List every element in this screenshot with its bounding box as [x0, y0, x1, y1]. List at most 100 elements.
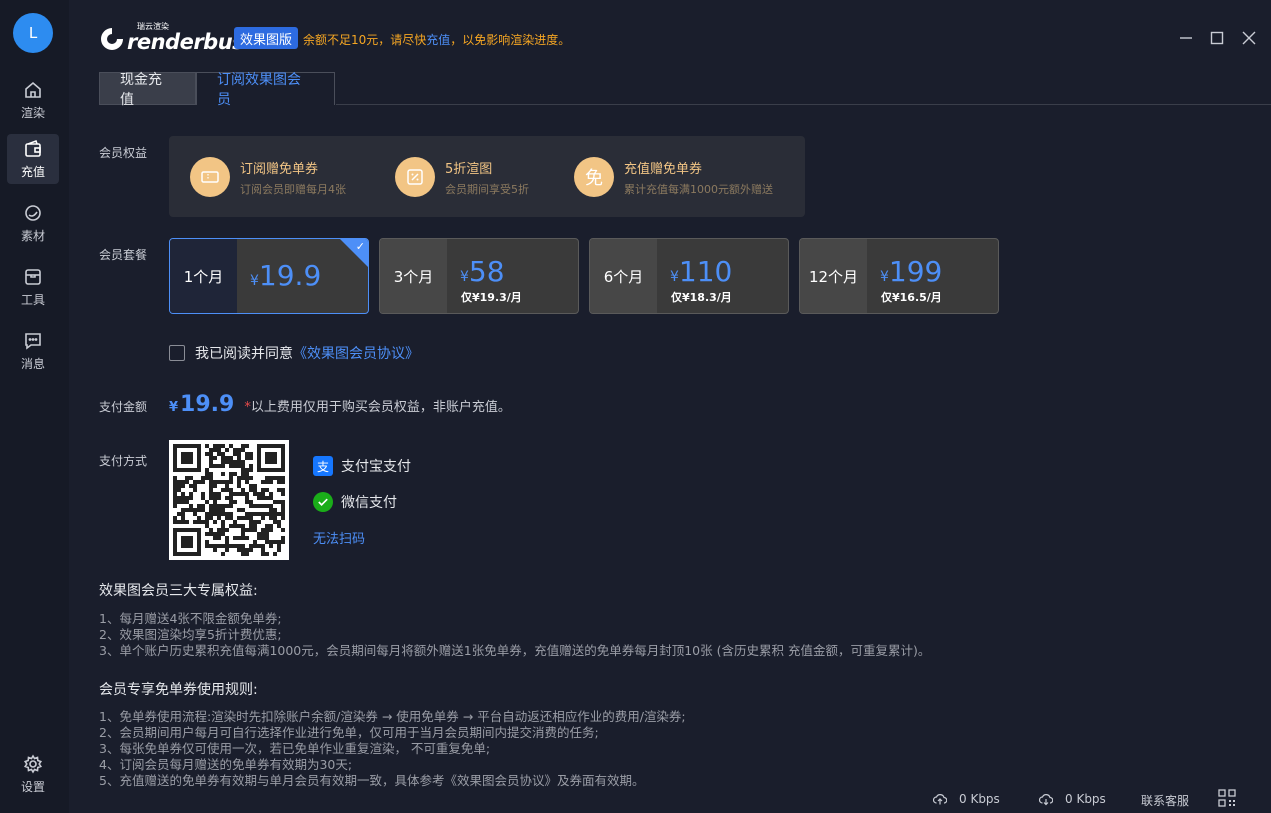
tab-divider [336, 104, 1271, 105]
sidebar-item-render[interactable]: 渲染 [7, 75, 59, 125]
rule-line: 1、每月赠送4张不限金额免单券; [99, 611, 282, 626]
balance-warning: 余额不足10元，请尽快充值，以免影响渲染进度。 [303, 31, 570, 48]
sidebar-item-label: 渲染 [20, 105, 45, 120]
agreement-checkbox[interactable] [169, 345, 185, 361]
benefit-item: 5折渲图 会员期间享受5折 [395, 156, 529, 198]
pay-note: *以上费用仅用于购买会员权益，非账户充值。 [244, 400, 511, 415]
pay-currency: ¥ [169, 400, 179, 415]
sidebar-item-tools[interactable]: 工具 [7, 262, 59, 312]
plan-card-1-month[interactable]: 1个月 ¥19.9 ✓ [169, 238, 369, 314]
tab-subscribe-membership[interactable]: 订阅效果图会员 [196, 72, 335, 108]
sidebar-item-settings[interactable]: 设置 [7, 749, 59, 799]
benefit-title: 充值赠免单券 [624, 161, 703, 177]
download-cloud-icon [1039, 794, 1053, 806]
plan-price: ¥199 [880, 255, 943, 288]
qr-code-icon[interactable] [1218, 789, 1236, 807]
plan-card-3-months[interactable]: 3个月 ¥58 仅¥19.3/月 [379, 238, 579, 314]
benefit-desc: 会员期间享受5折 [445, 182, 529, 196]
sidebar-item-label: 设置 [20, 779, 45, 794]
pay-amount-value: 19.9 [180, 392, 235, 417]
wallet-icon [25, 139, 41, 157]
pay-method-label-text: 微信支付 [341, 495, 397, 511]
plan-duration: 3个月 [380, 239, 447, 313]
rule-line: 4、订阅会员每月赠送的免单券有效期为30天; [99, 757, 353, 772]
logo: renderbus 瑞云渲染 [99, 22, 245, 54]
mode-badge: 效果图版 [234, 27, 299, 49]
benefit-title: 订阅赠免单券 [240, 161, 319, 177]
minimize-icon[interactable] [1177, 29, 1195, 47]
sidebar-item-recharge[interactable]: 充值 [7, 134, 59, 184]
sidebar: L 渲染 充值 素材 工具 消息 设置 [0, 0, 69, 813]
pay-amount: ¥ 19.9 *以上费用仅用于购买会员权益，非账户充值。 [169, 392, 511, 417]
avatar[interactable]: L [13, 13, 53, 53]
percent-icon [395, 157, 435, 197]
plan-price: ¥19.9 [250, 259, 322, 292]
benefit-item: 免 充值赠免单券 累计充值每满1000元额外赠送 [574, 156, 773, 198]
warning-suffix: ，以免影响渲染进度。 [450, 33, 571, 47]
plan-unit-price: 仅¥18.3/月 [671, 291, 732, 304]
usage-rules-list: 1、免单券使用流程:渲染时先扣除账户余额/渲染券 → 使用免单券 → 平台自动返… [99, 709, 686, 789]
logo-text: renderbus [127, 30, 245, 54]
agreement-link[interactable]: 《效果图会员协议》 [293, 343, 419, 363]
tab-cash-recharge[interactable]: 现金充值 [99, 72, 196, 108]
sidebar-item-label: 工具 [20, 292, 45, 307]
benefit-title: 5折渲图 [445, 161, 493, 177]
benefit-desc: 订阅会员即赠每月4张 [240, 182, 346, 196]
benefits-panel: 订阅赠免单券 订阅会员即赠每月4张 5折渲图 会员期间享受5折 免 充值赠免单券… [169, 136, 805, 217]
agreement-text: 我已阅读并同意 [195, 346, 293, 362]
plan-price: ¥58 [460, 255, 505, 288]
pay-amount-label: 支付金额 [99, 400, 148, 414]
plan-card-12-months[interactable]: 12个月 ¥199 仅¥16.5/月 [799, 238, 999, 314]
contact-support-link[interactable]: 联系客服 [1141, 792, 1189, 809]
upload-cloud-icon [933, 794, 947, 805]
renderbus-logo-icon [101, 28, 123, 50]
usage-rules-title: 会员专享免单券使用规则: [99, 682, 258, 698]
logo-subtitle: 瑞云渲染 [137, 22, 169, 31]
upload-speed: 0 Kbps [933, 792, 1000, 806]
benefit-desc: 累计充值每满1000元额外赠送 [624, 182, 773, 196]
agreement-row: 我已阅读并同意 《效果图会员协议》 [169, 343, 419, 363]
payment-qr-code [169, 440, 289, 560]
benefits-rules-title: 效果图会员三大专属权益: [99, 583, 258, 599]
rule-line: 1、免单券使用流程:渲染时先扣除账户余额/渲染券 → 使用免单券 → 平台自动返… [99, 709, 686, 724]
alipay-option[interactable]: 支 支付宝支付 [313, 456, 411, 476]
rule-line: 3、单个账户历史累积充值每满1000元，会员期间每月将额外赠送1张免单券，充值赠… [99, 643, 931, 658]
sidebar-item-messages[interactable]: 消息 [7, 326, 59, 376]
maximize-icon[interactable] [1208, 29, 1226, 47]
warning-prefix: 余额不足10元，请尽快 [303, 33, 427, 47]
sidebar-item-material[interactable]: 素材 [7, 198, 59, 248]
plan-unit-price: 仅¥19.3/月 [461, 291, 522, 304]
plans-label: 会员套餐 [99, 248, 148, 262]
plan-duration: 12个月 [800, 239, 867, 313]
rule-line: 2、会员期间用户每月可自行选择作业进行免单，仅可用于当月会员期间内提交消费的任务… [99, 725, 599, 740]
free-icon: 免 [574, 157, 614, 197]
home-icon [25, 81, 41, 98]
plan-unit-price: 仅¥16.5/月 [881, 291, 942, 304]
benefits-rules-list: 1、每月赠送4张不限金额免单券; 2、效果图渲染均享5折计费优惠; 3、单个账户… [99, 611, 930, 659]
download-speed: 0 Kbps [1039, 792, 1106, 806]
pay-method-label: 支付方式 [99, 454, 148, 468]
plan-card-6-months[interactable]: 6个月 ¥110 仅¥18.3/月 [589, 238, 789, 314]
sidebar-item-label: 消息 [20, 356, 45, 371]
plan-duration: 1个月 [170, 239, 237, 313]
rule-line: 3、每张免单券仅可使用一次，若已免单作业重复渲染， 不可重复免单; [99, 741, 491, 756]
rule-line: 5、充值赠送的免单券有效期与单月会员有效期一致，具体参考《效果图会员协议》及券面… [99, 773, 645, 788]
benefit-item: 订阅赠免单券 订阅会员即赠每月4张 [190, 156, 346, 198]
wechat-icon [313, 492, 333, 512]
message-icon [25, 332, 41, 350]
sidebar-item-label: 充值 [20, 164, 45, 179]
plan-price: ¥110 [670, 255, 733, 288]
tab-bar: 现金充值 订阅效果图会员 [99, 72, 335, 108]
gear-icon [23, 753, 43, 774]
close-icon[interactable] [1240, 29, 1258, 47]
material-icon [25, 204, 41, 221]
benefits-label: 会员权益 [99, 146, 148, 160]
recharge-link[interactable]: 充值 [426, 33, 450, 47]
cant-scan-link[interactable]: 无法扫码 [313, 528, 365, 547]
sidebar-item-label: 素材 [20, 228, 45, 243]
check-icon: ✓ [355, 240, 365, 253]
ticket-icon [190, 157, 230, 197]
wechat-pay-option[interactable]: 微信支付 [313, 492, 397, 512]
toolbox-icon [25, 268, 41, 285]
alipay-icon: 支 [313, 456, 333, 476]
